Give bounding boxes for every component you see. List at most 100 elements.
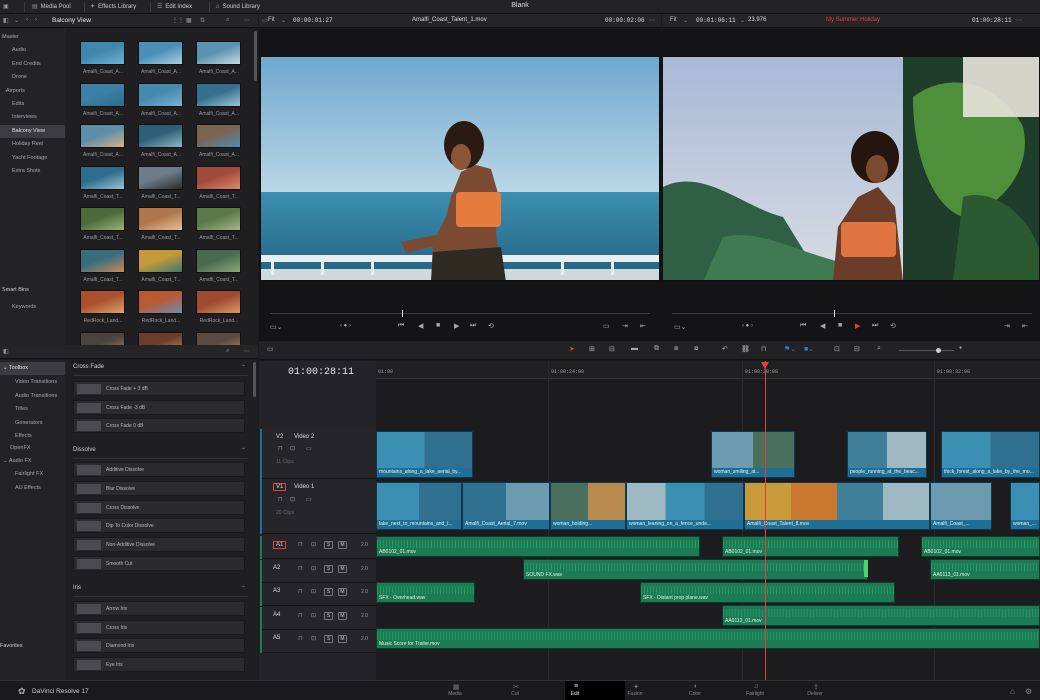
overwrite-clip-icon[interactable]: ⧈ xyxy=(674,345,678,353)
bin-item[interactable]: Balcony View xyxy=(0,124,65,138)
clip-thumbnail[interactable] xyxy=(196,82,241,107)
source-clip-name[interactable]: Amalfi_Coast_Talent_1.mov xyxy=(412,17,487,23)
bin-item[interactable]: End Credits xyxy=(0,58,65,71)
mute-button[interactable]: M xyxy=(338,588,347,596)
audio-clip[interactable]: AA0113_01.mov xyxy=(722,605,1040,626)
page-tab-deliver[interactable]: Deliver xyxy=(795,691,835,697)
forward-icon[interactable]: › xyxy=(35,17,37,23)
video-clip[interactable]: woman_leaning_on_a_fence_unde... xyxy=(626,482,744,530)
track-header-v2[interactable]: V2 Video 2 ⊓ ⊡ ▭ 11 Clips xyxy=(260,429,376,479)
effect-item[interactable]: Non-Additive Dissolve xyxy=(73,537,245,553)
auto-select-icon[interactable]: ⊡ xyxy=(311,541,316,548)
lock-icon[interactable]: ⊓ xyxy=(298,565,303,572)
clip-thumbnail[interactable] xyxy=(80,124,125,148)
clip-thumbnail[interactable] xyxy=(80,82,125,107)
chevron-up-icon[interactable]: ⌃ xyxy=(241,364,246,371)
clip-thumbnail[interactable] xyxy=(80,165,125,190)
clip-thumbnail[interactable] xyxy=(196,207,241,231)
more-options-icon[interactable]: ⋯ xyxy=(649,17,655,24)
chevron-down-icon[interactable]: ⌄ xyxy=(1,34,5,40)
page-tab-fairlight[interactable]: Fairlight xyxy=(735,691,775,697)
track-id[interactable]: A4 xyxy=(273,612,280,618)
play-reverse-icon[interactable]: ◀ xyxy=(820,322,825,330)
effect-item[interactable]: Cross Fade 0 dB xyxy=(73,418,245,433)
audio-clip[interactable]: SFX - Overhead.wav xyxy=(376,582,475,603)
grid-view-icon[interactable]: ▦ xyxy=(186,17,192,24)
tool-item[interactable]: Audio Transitions xyxy=(0,390,65,403)
mark-in-icon[interactable]: ⇥ xyxy=(622,322,628,330)
flag-icon[interactable]: ⚑⌄ xyxy=(784,345,796,353)
sidebar-toggle-icon[interactable]: ◧ xyxy=(3,17,9,24)
stop-icon[interactable]: ■ xyxy=(436,322,440,329)
audio-clip[interactable]: AB0102_01.mov xyxy=(376,536,700,557)
playhead-handle[interactable] xyxy=(761,362,769,369)
play-icon[interactable]: ▶ xyxy=(855,322,860,330)
bin-item[interactable]: Yacht Footage xyxy=(0,152,65,165)
clip-thumbnail[interactable] xyxy=(138,82,183,107)
snapping-icon[interactable]: ↶ xyxy=(722,345,728,353)
bin-item[interactable]: Holiday Reel xyxy=(0,138,65,151)
chevron-up-icon[interactable]: ⌃ xyxy=(241,585,246,592)
track-header-v1[interactable]: V1 Video 1 ⊓ ⊡ ▭ 20 Clips xyxy=(260,479,376,534)
tool-item[interactable]: Generators xyxy=(0,417,65,430)
audio-clip[interactable]: AB0102_01.mov xyxy=(921,536,1040,557)
effect-item[interactable]: Additive Dissolve xyxy=(73,462,245,477)
clip-thumbnail[interactable] xyxy=(138,207,183,231)
trim-tool-icon[interactable]: ⊞ xyxy=(589,345,595,353)
clip-thumbnail[interactable] xyxy=(196,165,241,190)
video-clip[interactable]: woman_... xyxy=(1010,482,1040,530)
sort-icon[interactable]: ⇅ xyxy=(200,17,205,24)
track-id[interactable]: A1 xyxy=(273,541,287,549)
effect-item[interactable]: Cross Iris xyxy=(73,619,245,635)
chevron-down-icon[interactable]: ⌄ xyxy=(740,17,745,24)
effect-item[interactable]: Cross Fade + 3 dB xyxy=(73,381,245,396)
mark-out-icon[interactable]: ⇤ xyxy=(640,322,646,330)
source-zoom-select[interactable]: Fit xyxy=(268,17,275,23)
position-lock-icon[interactable]: ⊓ xyxy=(761,345,766,353)
settings-icon[interactable]: ⚙ xyxy=(1025,687,1032,696)
solo-button[interactable]: S xyxy=(324,588,333,596)
mute-button[interactable]: M xyxy=(338,564,347,573)
chevron-right-icon[interactable]: › xyxy=(5,88,7,94)
lock-icon[interactable]: ⊓ xyxy=(298,635,303,642)
toolbox-item[interactable]: ⌄ Toolbox xyxy=(0,362,65,375)
selection-tool-icon[interactable]: ➤ xyxy=(569,345,575,353)
video-clip[interactable]: woman_smiling_at... xyxy=(711,431,795,478)
clip-thumbnail[interactable] xyxy=(80,248,125,273)
replace-clip-icon[interactable]: ⧇ xyxy=(694,345,698,353)
dynamic-trim-icon[interactable]: ⊟ xyxy=(609,345,615,353)
effect-item[interactable]: Dip To Color Dissolve xyxy=(73,518,245,534)
zoom-slider-handle[interactable] xyxy=(936,348,941,353)
track-id[interactable]: V1 xyxy=(273,483,287,491)
timeline-viewer[interactable] xyxy=(662,56,1040,281)
bin-item[interactable]: Audio xyxy=(0,44,65,57)
single-viewer-icon[interactable]: ▭ xyxy=(262,17,268,24)
jog-icon[interactable]: ‹ ● › xyxy=(340,323,351,329)
track-id[interactable]: A5 xyxy=(273,635,280,641)
last-frame-icon[interactable]: ⏭ xyxy=(872,322,878,330)
chevron-up-icon[interactable]: ⌃ xyxy=(241,447,246,454)
track-visibility-icon[interactable]: ▭ xyxy=(306,496,312,503)
chevron-down-icon[interactable]: ⌄ xyxy=(281,17,286,24)
clip-thumbnail[interactable] xyxy=(138,248,183,273)
video-clip[interactable]: woman_holding... xyxy=(550,482,626,530)
favorites-header[interactable]: Favorites xyxy=(0,640,65,653)
track-id[interactable]: A2 xyxy=(273,565,280,571)
audio-clip[interactable]: Music Score for Trailer.mov xyxy=(376,628,1040,649)
clip-thumbnail[interactable] xyxy=(196,248,241,273)
zoom-in-icon[interactable]: ● xyxy=(959,345,962,351)
video-clip[interactable]: Amalfi_Coast_Talent_8.mov xyxy=(744,482,930,530)
lock-icon[interactable]: ⊓ xyxy=(278,445,283,452)
loop-icon[interactable]: ⟲ xyxy=(488,322,494,330)
timeline-view-options-icon[interactable]: ▭ xyxy=(267,345,274,353)
effect-item[interactable]: Cross Fade -3 dB xyxy=(73,399,245,415)
bin-item[interactable]: Airports xyxy=(0,85,65,98)
track-header-audio[interactable]: A3 ⊓ ⊡ S M 2.0 xyxy=(260,583,376,606)
audio-clip[interactable]: SOUND FX.wav xyxy=(523,559,868,580)
bin-item[interactable]: Extra Shots xyxy=(0,165,65,178)
tool-item[interactable]: Titles xyxy=(0,403,65,416)
search-icon[interactable]: ⌕ xyxy=(226,17,229,24)
track-header-audio[interactable]: A4 ⊓ ⊡ S M 2.0 xyxy=(260,606,376,630)
track-visibility-icon[interactable]: ▭ xyxy=(306,445,312,452)
home-icon[interactable]: ⌂ xyxy=(1010,687,1015,696)
